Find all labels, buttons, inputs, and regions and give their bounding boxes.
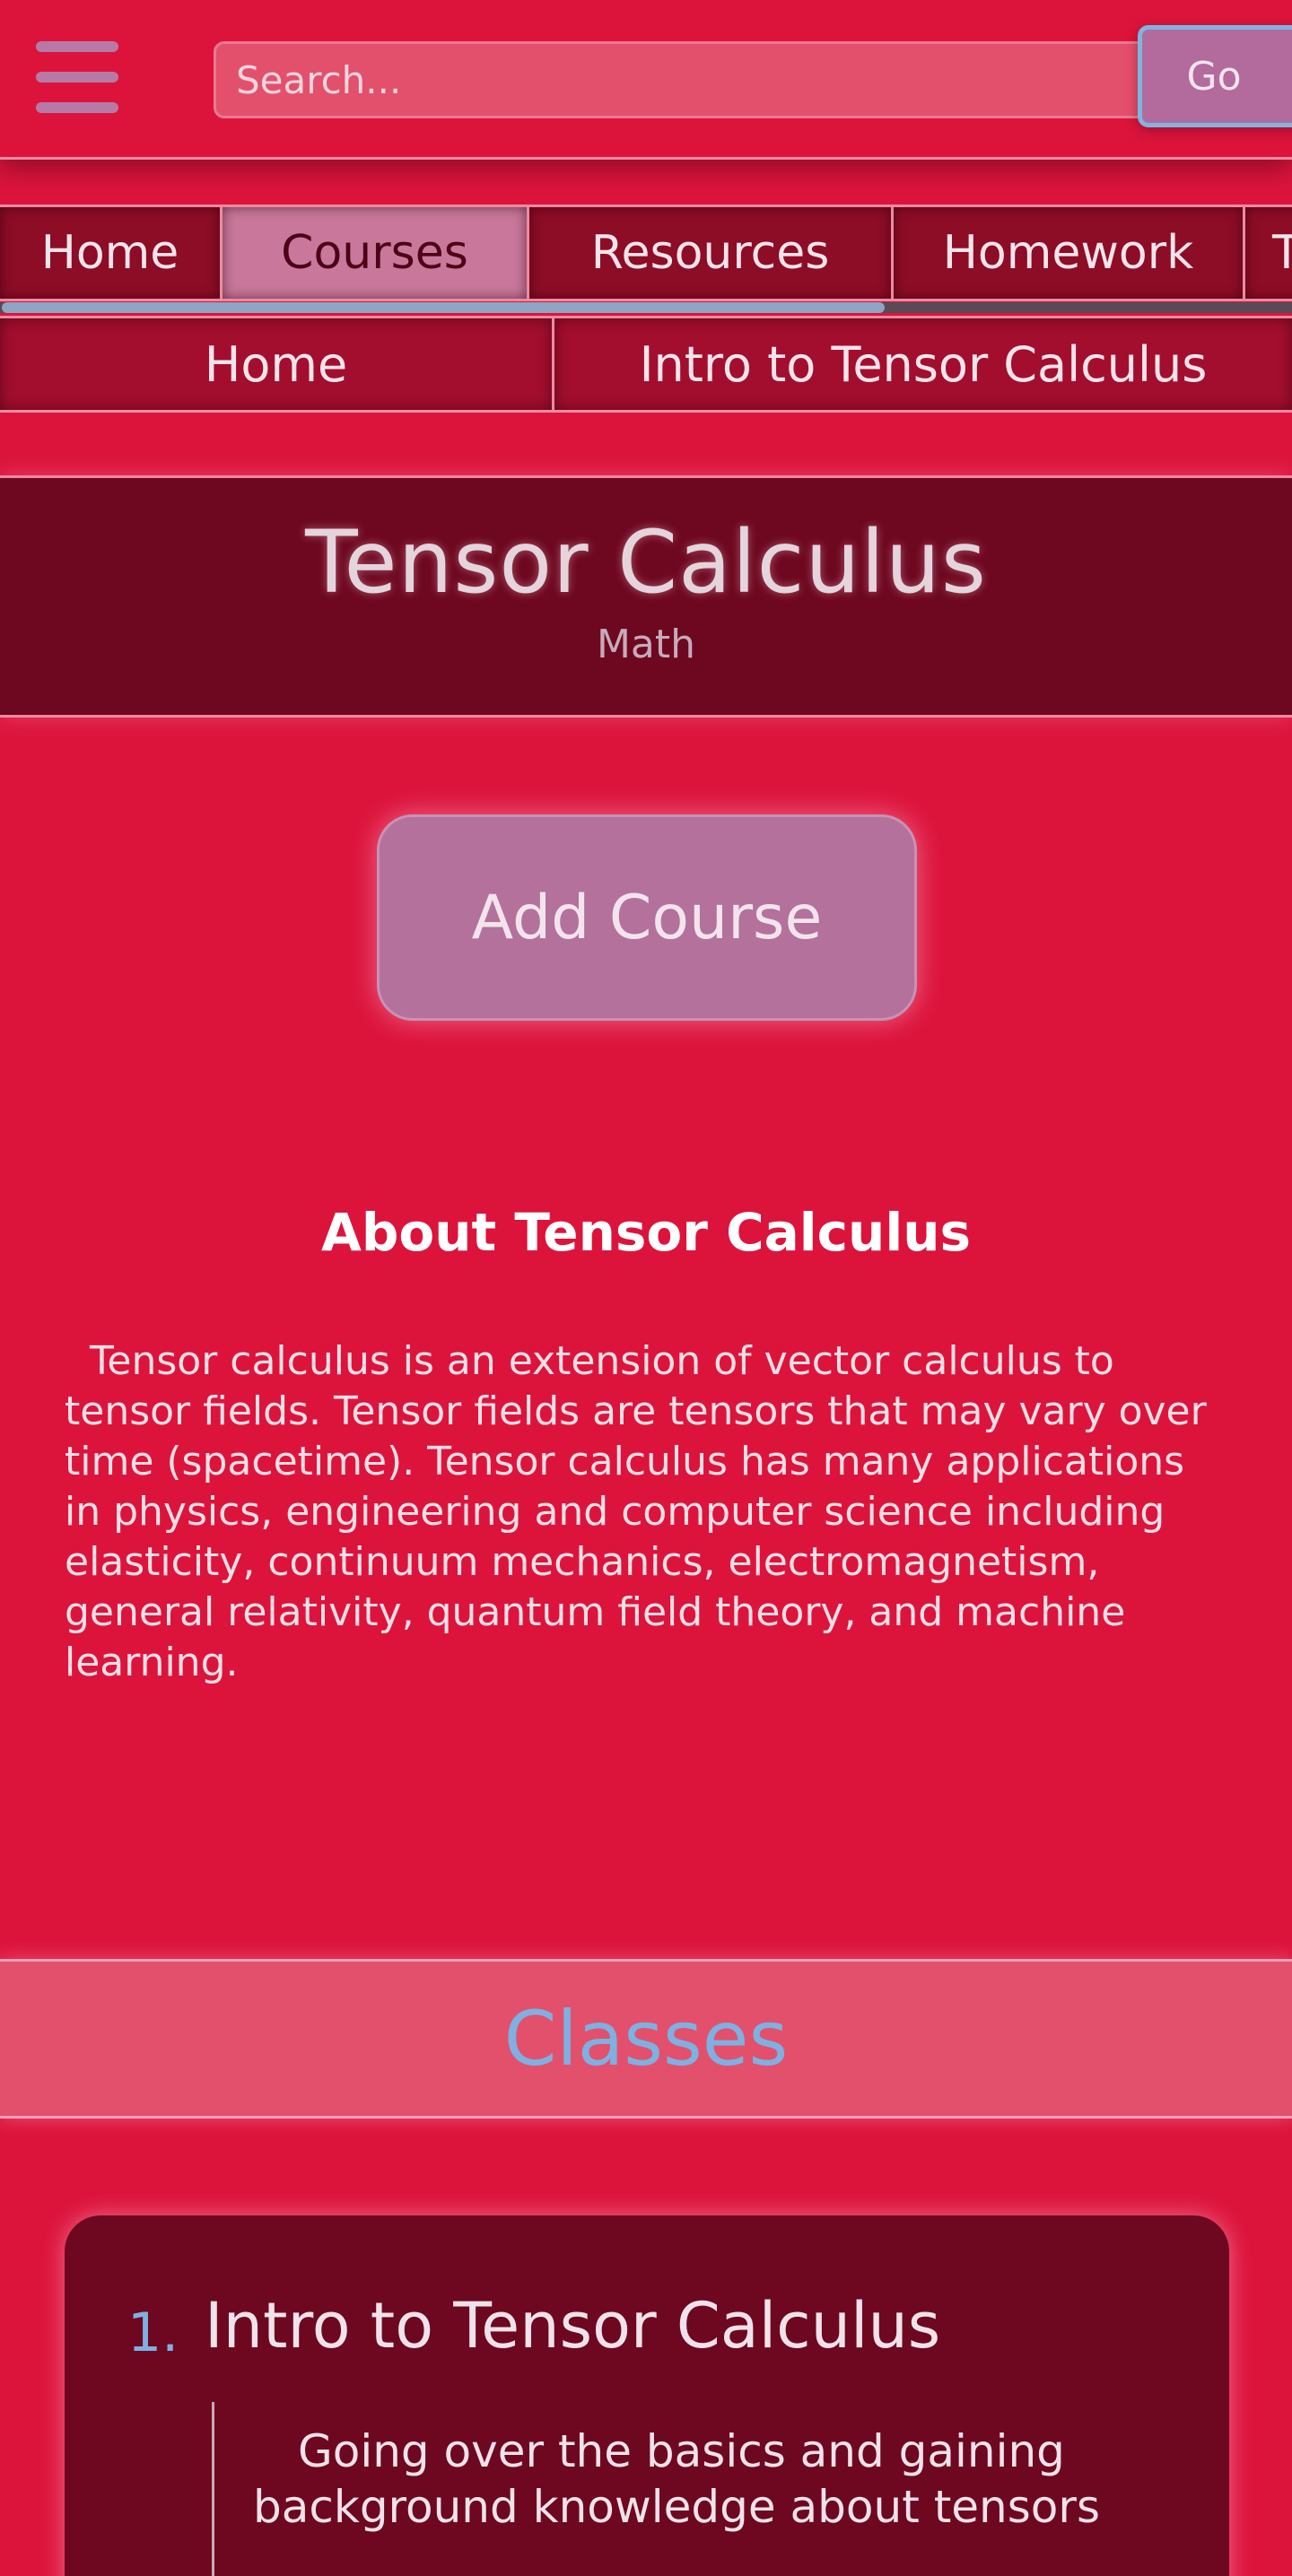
about-heading: About Tensor Calculus (320, 1202, 972, 1263)
breadcrumb-home[interactable]: Home (0, 318, 554, 410)
class-card[interactable]: 1. Intro to Tensor Calculus Going over t… (65, 2215, 1229, 2576)
class-title[interactable]: Intro to Tensor Calculus (205, 2289, 940, 2363)
hamburger-menu-icon[interactable] (36, 41, 120, 115)
add-course-button[interactable]: Add Course (377, 814, 917, 1021)
classes-heading: Classes (503, 1995, 789, 2083)
tab-overflow[interactable]: T (1245, 207, 1292, 299)
search-go-button[interactable]: Go (1138, 25, 1292, 127)
tab-resources[interactable]: Resources (529, 207, 894, 299)
tab-home[interactable]: Home (0, 207, 223, 299)
main-nav-tabs: Home Courses Resources Homework T (0, 205, 1292, 301)
top-bar: Go (0, 0, 1292, 160)
class-description-rule (212, 2402, 214, 2576)
course-subject: Math (596, 622, 696, 667)
search-input[interactable] (214, 41, 1147, 118)
classes-banner: Classes (0, 1959, 1292, 2119)
breadcrumb: Home Intro to Tensor Calculus (0, 316, 1292, 413)
course-header: Tensor Calculus Math (0, 475, 1292, 718)
about-description: Tensor calculus is an extension of vecto… (65, 1338, 1207, 1685)
tab-homework[interactable]: Homework (894, 207, 1245, 299)
class-number: 1. (127, 2302, 179, 2364)
breadcrumb-current-class[interactable]: Intro to Tensor Calculus (554, 318, 1292, 410)
class-description: Going over the basics and gaining backgr… (253, 2425, 1100, 2533)
course-title: Tensor Calculus (305, 512, 987, 613)
nav-scrollbar-thumb[interactable] (2, 302, 885, 313)
tab-courses[interactable]: Courses (223, 207, 529, 299)
